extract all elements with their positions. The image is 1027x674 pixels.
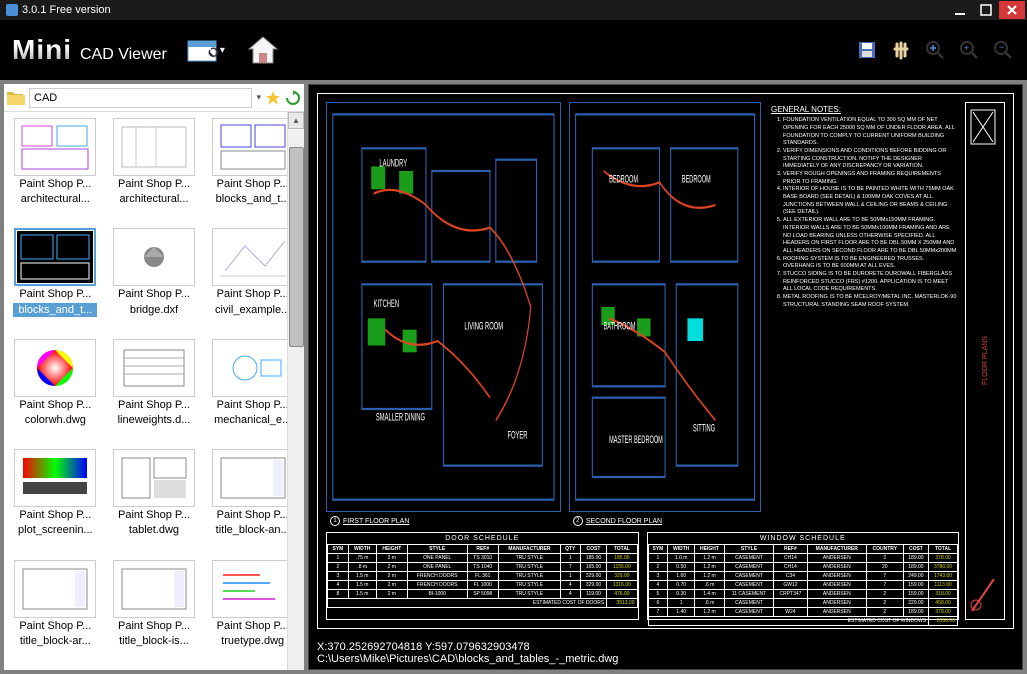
- svg-text:−: −: [999, 42, 1004, 52]
- general-notes: GENERAL NOTES: FOUNDATION VENTILATION EQ…: [769, 102, 959, 512]
- svg-text:SITTING: SITTING: [693, 422, 715, 435]
- header-toolbar: Mini CAD Viewer ▾ +: [0, 20, 1027, 80]
- file-browser-panel: ▾ Paint Shop P... architectural... Paint…: [4, 84, 304, 670]
- thumb-type-label: Paint Shop P...: [13, 398, 97, 412]
- thumb-type-label: Paint Shop P...: [211, 508, 295, 522]
- favorite-icon[interactable]: [265, 90, 281, 106]
- zoom-in-button[interactable]: +: [957, 38, 981, 62]
- content-area: ▾ Paint Shop P... architectural... Paint…: [0, 80, 1027, 674]
- window-title: 3.0.1 Free version: [22, 4, 111, 16]
- door-schedule-table: DOOR SCHEDULE SYMWIDTHHEIGHTSTYLEREF#MAN…: [326, 532, 639, 620]
- thumb-type-label: Paint Shop P...: [211, 619, 295, 633]
- file-browser-button[interactable]: ▾: [185, 30, 225, 70]
- svg-text:LAUNDRY: LAUNDRY: [379, 156, 407, 169]
- svg-text:MASTER BEDROOM: MASTER BEDROOM: [609, 433, 663, 446]
- thumbnail-item[interactable]: Paint Shop P... blocks_and_t...: [205, 118, 300, 222]
- thumbnails-container: Paint Shop P... architectural... Paint S…: [4, 112, 304, 670]
- file-path: C:\Users\Mike\Pictures\CAD\blocks_and_ta…: [317, 653, 1014, 665]
- thumb-filename: colorwh.dwg: [13, 413, 97, 427]
- thumb-type-label: Paint Shop P...: [112, 287, 196, 301]
- thumbnail-item[interactable]: Paint Shop P... truetype.dwg: [205, 560, 300, 664]
- titlebar[interactable]: 3.0.1 Free version: [0, 0, 1027, 20]
- thumb-filename: title_block-an...: [211, 523, 295, 537]
- svg-text:FOYER: FOYER: [507, 428, 527, 441]
- thumb-filename: title_block-is...: [112, 634, 196, 648]
- thumbnail-item[interactable]: Paint Shop P... lineweights.d...: [107, 339, 202, 443]
- folder-bar: ▾: [4, 84, 304, 112]
- thumbnail-item[interactable]: Paint Shop P... title_block-is...: [107, 560, 202, 664]
- thumb-type-label: Paint Shop P...: [112, 619, 196, 633]
- drawing-viewer[interactable]: LAUNDRY LIVING ROOM SMALLER DINING FOYER…: [308, 84, 1023, 670]
- thumbnail-item[interactable]: Paint Shop P... blocks_and_t...: [8, 228, 103, 332]
- thumb-type-label: Paint Shop P...: [13, 177, 97, 191]
- app-icon: [6, 4, 18, 16]
- svg-text:BATHROOM: BATHROOM: [603, 320, 635, 333]
- maximize-button[interactable]: [973, 1, 999, 19]
- save-button[interactable]: [855, 38, 879, 62]
- svg-text:BEDROOM: BEDROOM: [609, 172, 638, 185]
- zoom-extents-button[interactable]: [923, 38, 947, 62]
- minimize-button[interactable]: [947, 1, 973, 19]
- thumbnail-item[interactable]: Paint Shop P... tablet.dwg: [107, 449, 202, 553]
- thumb-filename: blocks_and_t...: [13, 303, 97, 317]
- thumb-type-label: Paint Shop P...: [211, 287, 295, 301]
- thumbnail-item[interactable]: Paint Shop P... civil_example...: [205, 228, 300, 332]
- svg-text:KITCHEN: KITCHEN: [374, 297, 400, 310]
- scroll-up-button[interactable]: ▲: [288, 112, 304, 129]
- status-bar: X:370.252692704818 Y:597.079632903478 C:…: [309, 637, 1022, 669]
- cursor-coordinates: X:370.252692704818 Y:597.079632903478: [317, 641, 1014, 653]
- thumbnail-item[interactable]: Paint Shop P... architectural...: [8, 118, 103, 222]
- thumb-filename: plot_screenin...: [13, 523, 97, 537]
- pan-button[interactable]: [889, 38, 913, 62]
- thumb-type-label: Paint Shop P...: [13, 287, 97, 301]
- app-logo: Mini CAD Viewer: [12, 34, 167, 66]
- thumb-type-label: Paint Shop P...: [13, 619, 97, 633]
- svg-text:BEDROOM: BEDROOM: [682, 172, 711, 185]
- thumb-filename: architectural...: [13, 192, 97, 206]
- thumb-filename: bridge.dxf: [112, 303, 196, 317]
- thumbnail-item[interactable]: Paint Shop P... architectural...: [107, 118, 202, 222]
- plan-1-label: 1FIRST FLOOR PLAN: [330, 516, 409, 526]
- thumbnail-item[interactable]: Paint Shop P... title_block-ar...: [8, 560, 103, 664]
- folder-path-input[interactable]: [29, 88, 252, 108]
- close-button[interactable]: [999, 1, 1025, 19]
- svg-text:LIVING ROOM: LIVING ROOM: [464, 320, 503, 333]
- app-window: 3.0.1 Free version Mini CAD Viewer ▾: [0, 0, 1027, 674]
- scroll-thumb[interactable]: [289, 147, 304, 347]
- thumb-type-label: Paint Shop P...: [112, 508, 196, 522]
- thumbnail-item[interactable]: Paint Shop P... plot_screenin...: [8, 449, 103, 553]
- thumb-filename: lineweights.d...: [112, 413, 196, 427]
- zoom-out-button[interactable]: −: [991, 38, 1015, 62]
- thumbnail-item[interactable]: Paint Shop P... title_block-an...: [205, 449, 300, 553]
- thumb-filename: tablet.dwg: [112, 523, 196, 537]
- thumb-filename: truetype.dwg: [211, 634, 295, 648]
- scrollbar[interactable]: ▲: [287, 112, 304, 670]
- svg-text:+: +: [964, 43, 969, 53]
- thumb-filename: civil_example...: [211, 303, 295, 317]
- plan-2-label: 2SECOND FLOOR PLAN: [573, 516, 662, 526]
- svg-text:SMALLER DINING: SMALLER DINING: [376, 410, 425, 423]
- dropdown-icon[interactable]: ▾: [256, 92, 261, 103]
- thumb-type-label: Paint Shop P...: [211, 177, 295, 191]
- thumb-type-label: Paint Shop P...: [112, 398, 196, 412]
- thumb-filename: title_block-ar...: [13, 634, 97, 648]
- home-button[interactable]: [243, 30, 283, 70]
- thumb-filename: architectural...: [112, 192, 196, 206]
- title-block: FLOOR PLANS: [965, 102, 1005, 620]
- folder-icon: [7, 91, 25, 105]
- thumb-type-label: Paint Shop P...: [112, 177, 196, 191]
- thumb-type-label: Paint Shop P...: [211, 398, 295, 412]
- thumbnail-item[interactable]: Paint Shop P... colorwh.dwg: [8, 339, 103, 443]
- dropdown-icon: ▾: [220, 45, 225, 56]
- drawing-canvas[interactable]: LAUNDRY LIVING ROOM SMALLER DINING FOYER…: [309, 85, 1022, 637]
- thumb-type-label: Paint Shop P...: [13, 508, 97, 522]
- thumbnail-item[interactable]: Paint Shop P... mechanical_e...: [205, 339, 300, 443]
- refresh-icon[interactable]: [285, 90, 301, 106]
- thumb-filename: blocks_and_t...: [211, 192, 295, 206]
- thumbnail-item[interactable]: Paint Shop P... bridge.dxf: [107, 228, 202, 332]
- window-schedule-table: WINDOW SCHEDULE SYMWIDTHHEIGHTSTYLEREF#M…: [647, 532, 960, 620]
- thumb-filename: mechanical_e...: [211, 413, 295, 427]
